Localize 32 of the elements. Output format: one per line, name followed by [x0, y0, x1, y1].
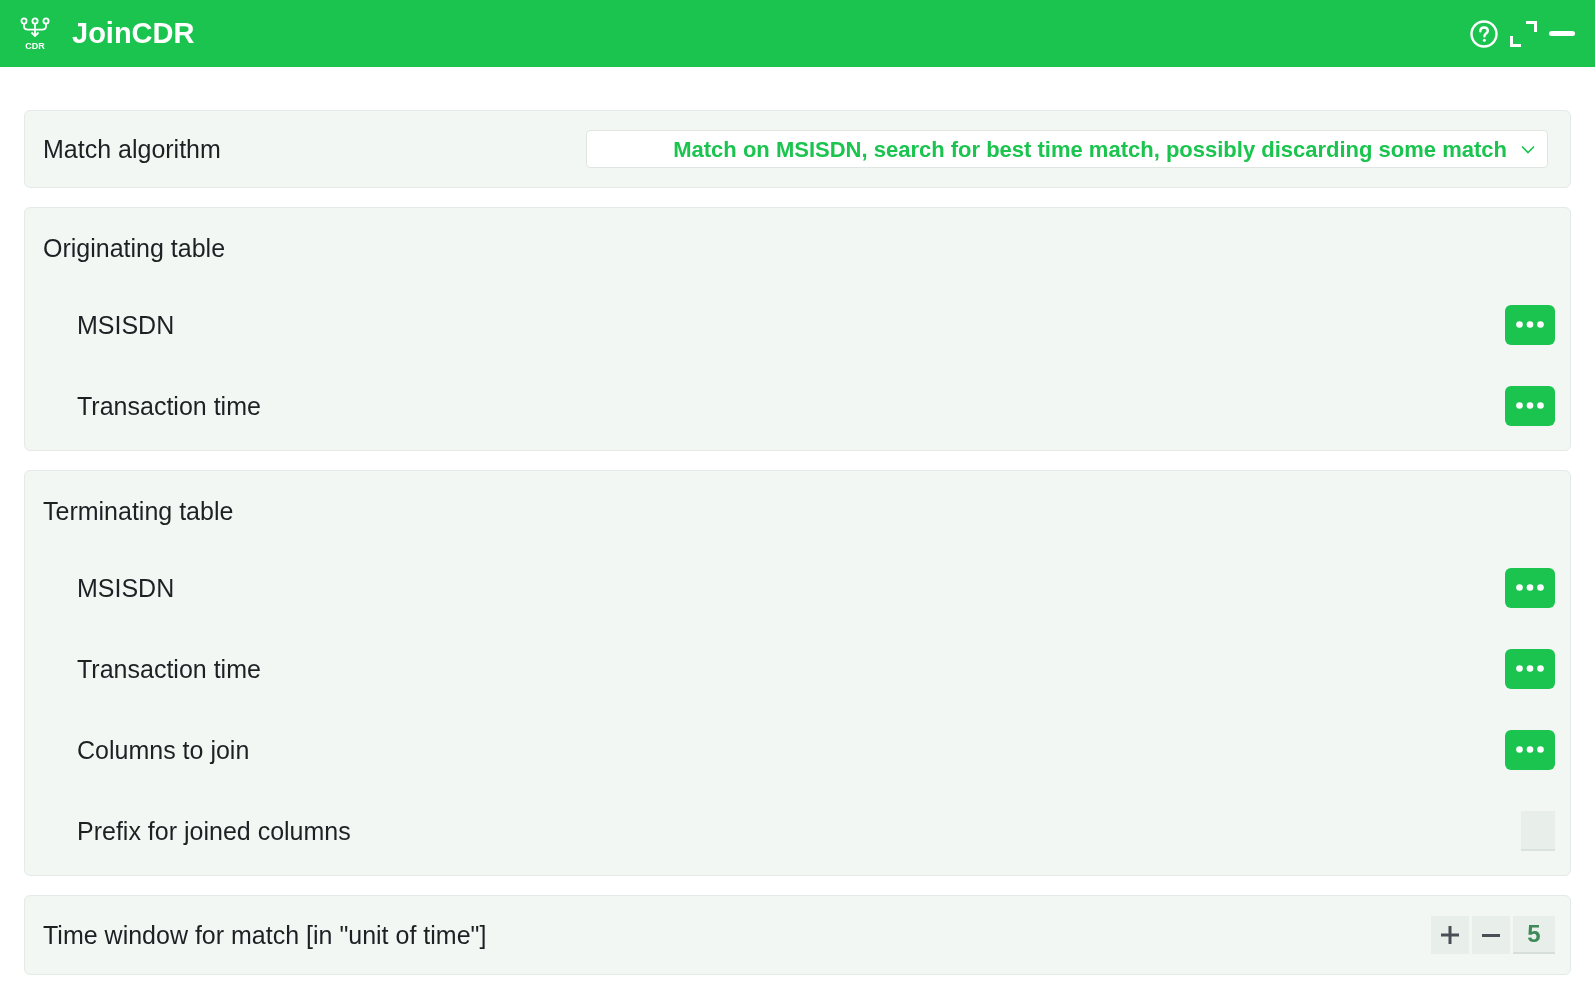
field-label: Transaction time [77, 390, 261, 421]
app-title: JoinCDR [72, 15, 195, 51]
chevron-down-icon [1521, 144, 1535, 154]
more-button[interactable] [1505, 304, 1555, 345]
field-label: MSISDN [77, 309, 175, 340]
increment-button[interactable] [1431, 916, 1469, 954]
field-label: Match algorithm [43, 134, 221, 164]
number-field[interactable]: 5 [1513, 916, 1555, 954]
minus-icon [1482, 933, 1500, 937]
field-label: Time window for match [in "unit of time"] [43, 920, 487, 950]
plus-icon [1441, 926, 1459, 944]
more-button[interactable] [1505, 648, 1555, 689]
field-label: MSISDN [77, 572, 175, 603]
help-icon[interactable] [1470, 19, 1498, 48]
ellipsis-icon [1516, 665, 1544, 672]
section-title: Originating table [43, 233, 226, 263]
expand-icon[interactable] [1510, 20, 1537, 47]
ellipsis-icon [1516, 402, 1544, 409]
ellipsis-icon [1516, 746, 1544, 753]
ellipsis-icon [1516, 321, 1544, 328]
decrement-button[interactable] [1472, 916, 1510, 954]
minimize-icon[interactable] [1549, 31, 1575, 36]
field-label: Columns to join [77, 734, 250, 765]
algorithm-dropdown[interactable]: Match on MSISDN, search for best time match, possibly discarding some match [586, 130, 1548, 168]
section-title: Terminating table [43, 496, 234, 526]
more-button[interactable] [1505, 385, 1555, 426]
field-label: Prefix for joined columns [77, 815, 351, 846]
more-button[interactable] [1505, 729, 1555, 770]
field-label: Transaction time [77, 653, 261, 684]
text-field[interactable] [1521, 810, 1555, 851]
more-button[interactable] [1505, 567, 1555, 608]
ellipsis-icon [1516, 584, 1544, 591]
